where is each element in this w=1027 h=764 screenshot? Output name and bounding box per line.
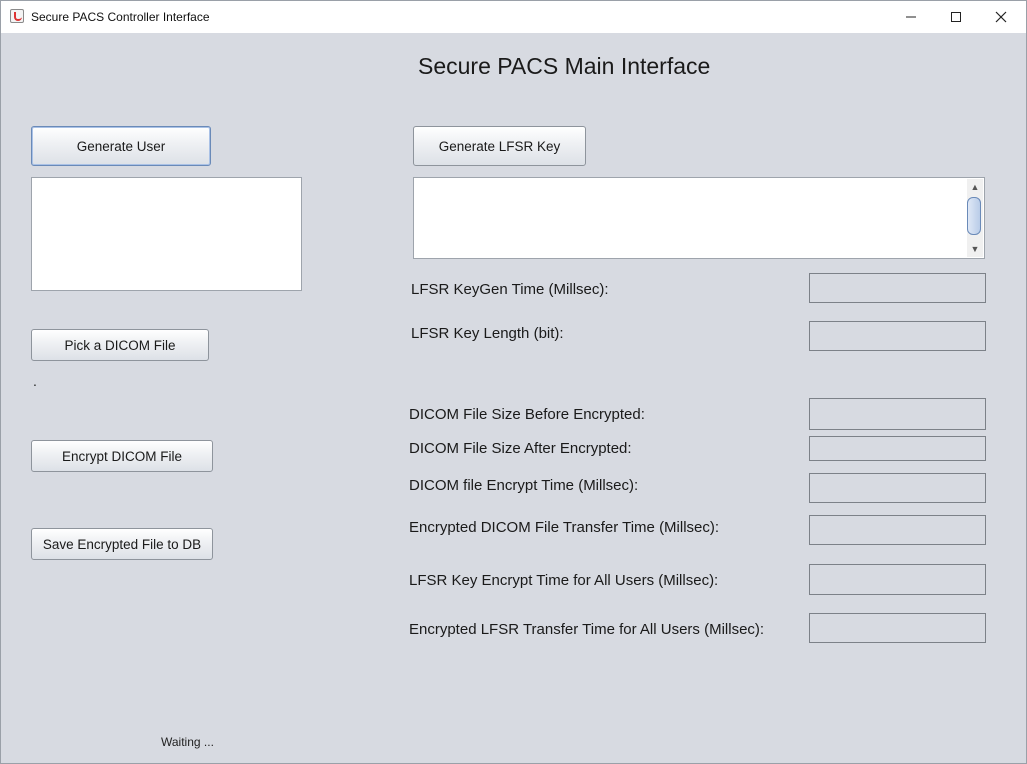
status-label: Waiting ... (161, 735, 214, 749)
java-app-icon (10, 9, 24, 23)
close-icon (995, 11, 1007, 23)
size-before-field[interactable] (809, 398, 986, 430)
encrypt-time-field[interactable] (809, 473, 986, 503)
lfsr-transfer-time-field[interactable] (809, 613, 986, 643)
save-to-db-button[interactable]: Save Encrypted File to DB (31, 528, 213, 560)
title-bar[interactable]: Secure PACS Controller Interface (1, 1, 1026, 33)
maximize-button[interactable] (933, 1, 979, 33)
scroll-up-icon[interactable]: ▲ (969, 181, 981, 193)
lfsr-transfer-time-label: Encrypted LFSR Transfer Time for All Use… (409, 621, 765, 638)
lfsr-key-length-label: LFSR Key Length (bit): (411, 325, 564, 342)
scroll-down-icon[interactable]: ▼ (969, 243, 981, 255)
generate-lfsr-key-button[interactable]: Generate LFSR Key (413, 126, 586, 166)
minimize-button[interactable] (888, 1, 934, 33)
lfsr-scrollbar[interactable]: ▲ ▼ (967, 179, 983, 257)
lfsr-keygen-time-field[interactable] (809, 273, 986, 303)
window-title: Secure PACS Controller Interface (31, 10, 210, 24)
minimize-icon (906, 16, 916, 18)
size-after-field[interactable] (809, 436, 986, 461)
generate-user-button[interactable]: Generate User (31, 126, 211, 166)
size-before-label: DICOM File Size Before Encrypted: (409, 406, 645, 423)
key-encrypt-time-field[interactable] (809, 564, 986, 595)
encrypt-dicom-button[interactable]: Encrypt DICOM File (31, 440, 213, 472)
lfsr-keygen-time-label: LFSR KeyGen Time (Millsec): (411, 281, 609, 298)
file-transfer-time-field[interactable] (809, 515, 986, 545)
file-transfer-time-label: Encrypted DICOM File Transfer Time (Mill… (409, 519, 720, 536)
pick-dicom-button[interactable]: Pick a DICOM File (31, 329, 209, 361)
picked-file-label: . (33, 373, 37, 389)
main-window: Secure PACS Controller Interface Secure … (0, 0, 1027, 764)
lfsr-key-length-field[interactable] (809, 321, 986, 351)
page-title: Secure PACS Main Interface (418, 53, 711, 79)
close-button[interactable] (978, 1, 1024, 33)
size-after-label: DICOM File Size After Encrypted: (409, 440, 632, 457)
scroll-thumb[interactable] (967, 197, 981, 235)
key-encrypt-time-label: LFSR Key Encrypt Time for All Users (Mil… (409, 572, 719, 589)
maximize-icon (951, 12, 961, 22)
lfsr-key-textarea[interactable]: ▲ ▼ (413, 177, 985, 259)
user-textarea[interactable] (31, 177, 302, 291)
encrypt-time-label: DICOM file Encrypt Time (Millsec): (409, 477, 639, 494)
